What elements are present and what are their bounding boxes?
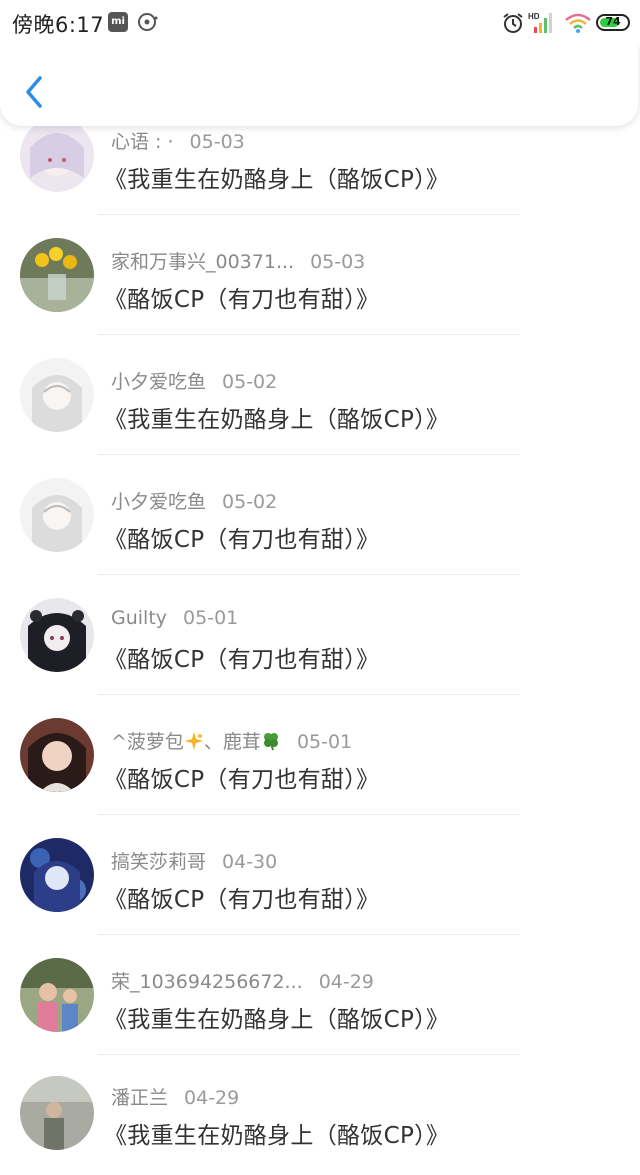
divider — [98, 814, 520, 815]
avatar-image — [20, 238, 94, 312]
avatar-image — [20, 118, 94, 192]
comment-title[interactable]: 《我重生在奶酪身上（酪饭CP）》 — [104, 1116, 449, 1150]
divider — [98, 1054, 520, 1055]
avatar-image — [20, 358, 94, 432]
avatar[interactable] — [20, 358, 94, 432]
avatar-image — [20, 958, 94, 1032]
list-item[interactable]: 小夕爱吃鱼 05-02 《我重生在奶酪身上（酪饭CP）》 — [0, 336, 640, 455]
avatar[interactable] — [20, 238, 94, 312]
comment-title[interactable]: 《酪饭CP（有刀也有甜）》 — [104, 280, 379, 314]
comment-meta: 小夕爱吃鱼 05-02 — [111, 487, 277, 514]
comment-title[interactable]: 《我重生在奶酪身上（酪饭CP）》 — [104, 160, 449, 194]
comment-title[interactable]: 《酪饭CP（有刀也有甜）》 — [104, 520, 379, 554]
comment-title[interactable]: 《酪饭CP（有刀也有甜）》 — [104, 640, 379, 674]
clover-emoji-icon — [263, 733, 278, 751]
comment-date: 05-01 — [183, 607, 239, 629]
username[interactable]: 荣_103694256672... — [111, 971, 303, 993]
sparkle-emoji-icon — [184, 732, 203, 750]
list-item[interactable]: 荣_103694256672... 04-29 《我重生在奶酪身上（酪饭CP）》 — [0, 936, 640, 1055]
svg-text:HD: HD — [528, 12, 540, 21]
avatar[interactable] — [20, 598, 94, 672]
wifi-icon — [565, 13, 591, 33]
battery-indicator: 74 — [596, 14, 630, 31]
signal-icon: HD — [528, 12, 552, 33]
mi-notification-icon: mi — [108, 12, 128, 32]
comment-date: 05-03 — [189, 131, 245, 153]
comment-meta: 荣_103694256672... 04-29 — [111, 967, 374, 994]
comment-date: 04-29 — [184, 1087, 240, 1109]
avatar[interactable] — [20, 958, 94, 1032]
avatar[interactable] — [20, 718, 94, 792]
back-button[interactable] — [20, 72, 50, 112]
avatar-image — [20, 718, 94, 792]
comment-title[interactable]: 《酪饭CP（有刀也有甜）》 — [104, 760, 379, 794]
username[interactable]: 潘正兰 — [111, 1087, 168, 1109]
comment-meta: Guilty 05-01 — [111, 607, 238, 629]
comment-date: 05-01 — [296, 731, 353, 753]
divider — [98, 574, 520, 575]
comment-date: 05-02 — [222, 491, 278, 513]
divider — [98, 694, 520, 695]
comment-date: 05-02 — [222, 371, 278, 393]
username[interactable]: 小夕爱吃鱼 — [111, 491, 206, 513]
comment-meta: 家和万事兴_00371... 05-03 — [111, 247, 365, 274]
comment-meta: 潘正兰 04-29 — [111, 1083, 239, 1110]
chevron-left-icon — [26, 76, 42, 108]
comment-date: 04-30 — [222, 851, 278, 873]
comment-meta: 心语 : · 05-03 — [111, 127, 245, 154]
divider — [98, 334, 520, 335]
username[interactable]: 家和万事兴_00371... — [111, 251, 294, 273]
list-item[interactable]: 搞笑莎莉哥 04-30 《酪饭CP（有刀也有甜）》 — [0, 816, 640, 935]
comment-meta: 搞笑莎莉哥 04-30 — [111, 847, 277, 874]
comment-date: 05-03 — [310, 251, 366, 273]
divider — [98, 934, 520, 935]
list-item[interactable]: 小夕爱吃鱼 05-02 《酪饭CP（有刀也有甜）》 — [0, 456, 640, 575]
comment-title[interactable]: 《酪饭CP（有刀也有甜）》 — [104, 880, 379, 914]
divider — [98, 454, 520, 455]
list-item[interactable]: Guilty 05-01 《酪饭CP（有刀也有甜）》 — [0, 576, 640, 695]
username[interactable]: 搞笑莎莉哥 — [111, 851, 206, 873]
comment-meta: ^菠萝包 、鹿茸 05-01 — [111, 727, 352, 754]
list-item[interactable]: ^菠萝包 、鹿茸 05-01 《酪饭CP（有刀也有甜）》 — [0, 696, 640, 815]
comment-title[interactable]: 《我重生在奶酪身上（酪饭CP）》 — [104, 1000, 449, 1034]
username[interactable]: ^菠萝包 、鹿茸 — [111, 731, 281, 753]
top-header — [0, 44, 638, 126]
avatar-image — [20, 598, 94, 672]
avatar[interactable] — [20, 478, 94, 552]
username[interactable]: 心语 : · — [111, 131, 174, 153]
battery-level-text: 74 — [605, 15, 621, 28]
avatar-image — [20, 1076, 94, 1150]
divider — [98, 214, 520, 215]
avatar[interactable] — [20, 118, 94, 192]
list-item[interactable]: 潘正兰 04-29 《我重生在奶酪身上（酪饭CP）》 — [0, 1056, 640, 1175]
status-time: 傍晚6:17 — [12, 13, 105, 37]
avatar[interactable] — [20, 1076, 94, 1150]
avatar[interactable] — [20, 838, 94, 912]
comment-title[interactable]: 《我重生在奶酪身上（酪饭CP）》 — [104, 400, 449, 434]
comment-meta: 小夕爱吃鱼 05-02 — [111, 367, 277, 394]
music-disc-icon — [138, 13, 158, 31]
username[interactable]: 小夕爱吃鱼 — [111, 371, 206, 393]
alarm-clock-icon — [503, 13, 523, 33]
avatar-image — [20, 838, 94, 912]
username[interactable]: Guilty — [111, 607, 167, 629]
comment-date: 04-29 — [318, 971, 374, 993]
avatar-image — [20, 478, 94, 552]
list-item[interactable]: 家和万事兴_00371... 05-03 《酪饭CP（有刀也有甜）》 — [0, 216, 640, 335]
status-bar: 傍晚6:17 mi HD 74 — [0, 0, 640, 46]
